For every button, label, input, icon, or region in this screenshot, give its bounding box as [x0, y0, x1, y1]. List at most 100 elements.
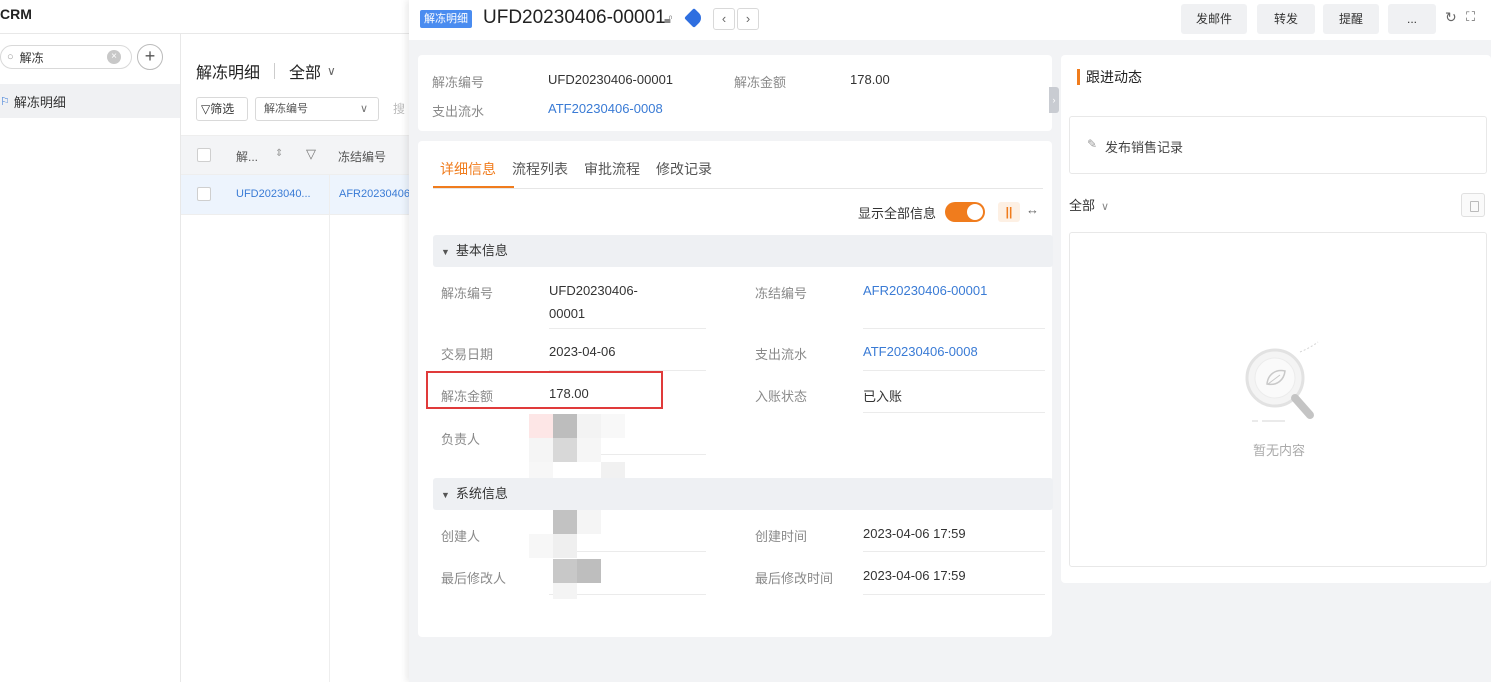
highlight-box	[426, 371, 663, 409]
previous-record-button[interactable]: ‹	[713, 8, 735, 30]
remind-button[interactable]: 提醒	[1323, 4, 1379, 34]
list-title: 解冻明细	[196, 65, 261, 82]
chevron-down-icon[interactable]: ∨	[327, 64, 336, 78]
activity-panel: 跟进动态 ✎ 发布销售记录 全部 ∨ 暂无内容	[1061, 55, 1491, 583]
row-divider	[863, 370, 1045, 371]
field-value-posting-status: 已入账	[863, 389, 903, 404]
caret-down-icon: ▼	[441, 490, 450, 500]
row-divider	[863, 412, 1045, 413]
nav-item-unfreeze-detail[interactable]: ⚐ 解冻明细	[0, 84, 180, 118]
tag-icon[interactable]	[684, 8, 704, 28]
drawer-header: 解冻明细 UFD20230406-00001 🔓︎ ‹ › 发邮件 转发 提醒 …	[409, 0, 1491, 40]
list-header: 解冻明细 全部 ∨	[196, 59, 336, 83]
sort-icon[interactable]: ⇕	[275, 148, 283, 159]
detail-card: 详细信息 流程列表 审批流程 修改记录 显示全部信息 || ↔ ▼ 基本信息 解冻…	[418, 141, 1053, 637]
summary-label-payout-flow: 支出流水	[432, 104, 485, 119]
filter-field-value: 解冻编号	[264, 103, 308, 115]
tab-change-log[interactable]: 修改记录	[656, 159, 712, 179]
send-email-button[interactable]: 发邮件	[1181, 4, 1247, 34]
tab-process-list[interactable]: 流程列表	[512, 159, 568, 179]
column-filter-icon[interactable]: ▽	[306, 146, 316, 162]
nav-search-input[interactable]: ○ 解冻 ×	[0, 45, 132, 69]
mosaic-block	[577, 510, 601, 534]
row-divider	[863, 551, 1045, 552]
summary-label-amount: 解冻金额	[734, 75, 787, 90]
tab-divider	[433, 188, 1043, 189]
field-label-created-time: 创建时间	[755, 529, 808, 544]
cell-unfreeze-no[interactable]: UFD2023040...	[236, 188, 311, 200]
table-row[interactable]: UFD2023040... AFR20230406	[181, 175, 410, 215]
activity-filter-select[interactable]: 全部 ∨	[1069, 195, 1109, 214]
activity-title: 跟进动态	[1077, 69, 1142, 85]
mosaic-block	[553, 414, 577, 438]
filter-search-hint[interactable]: 搜	[393, 97, 405, 121]
show-all-toggle[interactable]	[945, 202, 985, 222]
add-button[interactable]: +	[137, 44, 163, 70]
scope-select[interactable]: 全部	[289, 59, 321, 83]
table-header: 解... ⇕ ▽ 冻结编号	[181, 135, 410, 175]
show-all-label: 显示全部信息	[858, 206, 937, 221]
field-value-created-time: 2023-04-06 17:59	[863, 526, 966, 541]
lock-icon[interactable]: 🔓︎	[664, 11, 672, 27]
field-label-unfreeze-no: 解冻编号	[441, 286, 494, 301]
column-divider	[329, 175, 330, 682]
section-basic-info[interactable]: ▼ 基本信息	[433, 235, 1053, 267]
mosaic-block	[529, 438, 553, 462]
select-all-checkbox[interactable]	[197, 148, 211, 162]
nav-sidebar: ○ 解冻 × + ⚐ 解冻明细	[0, 34, 181, 682]
summary-value-unfreeze-no: UFD20230406-00001	[548, 72, 674, 87]
summary-card: 解冻编号 UFD20230406-00001 解冻金额 178.00 支出流水 …	[418, 55, 1052, 131]
expand-width-icon[interactable]: ↔	[1026, 202, 1039, 217]
field-link-freeze-no[interactable]: AFR20230406-00001	[863, 283, 987, 298]
empty-magnifier-icon	[1245, 341, 1319, 422]
column-header-unfreeze-no[interactable]: 解...	[236, 148, 258, 165]
mosaic-block	[601, 414, 625, 438]
field-label-posting-status: 入账状态	[755, 389, 808, 404]
chevron-down-icon: ∨	[1101, 201, 1110, 213]
mosaic-block	[553, 510, 577, 534]
activity-filter-value: 全部	[1069, 198, 1096, 213]
section-title: 系统信息	[455, 486, 508, 501]
field-label-freeze-no: 冻结编号	[755, 286, 808, 301]
cell-freeze-no[interactable]: AFR20230406	[339, 188, 409, 200]
summary-link-payout-flow[interactable]: ATF20230406-0008	[548, 101, 663, 116]
tab-approval-flow[interactable]: 审批流程	[584, 159, 640, 179]
field-label-last-modifier: 最后修改人	[441, 571, 507, 586]
app-brand: CRM	[0, 6, 32, 22]
forward-button[interactable]: 转发	[1257, 4, 1315, 34]
fullscreen-icon[interactable]: ⛶	[1466, 9, 1475, 25]
field-value-unfreeze-no-line1: UFD20230406-	[549, 283, 638, 298]
clear-icon[interactable]: ×	[107, 50, 121, 64]
next-record-button[interactable]: ›	[737, 8, 759, 30]
post-sales-record-box[interactable]: ✎ 发布销售记录	[1069, 116, 1487, 174]
field-label-last-modified-time: 最后修改时间	[755, 571, 834, 586]
column-header-freeze-no[interactable]: 冻结编号	[338, 148, 386, 165]
copy-icon[interactable]	[1461, 193, 1485, 217]
more-button[interactable]: ...	[1388, 4, 1436, 34]
tab-detail-info[interactable]: 详细信息	[440, 159, 496, 179]
caret-down-icon: ▼	[441, 247, 450, 257]
collapse-panel-handle[interactable]: ›	[1049, 87, 1059, 113]
mosaic-block	[553, 583, 577, 599]
column-layout-icon[interactable]: ||	[998, 202, 1020, 222]
filter-field-select[interactable]: 解冻编号 ∨	[255, 97, 379, 121]
toggle-knob	[967, 204, 983, 220]
section-system-info[interactable]: ▼ 系统信息	[433, 478, 1053, 510]
field-link-payout-flow[interactable]: ATF20230406-0008	[863, 344, 978, 359]
post-sales-record-label: 发布销售记录	[1105, 140, 1184, 155]
field-value-trade-date: 2023-04-06	[549, 344, 616, 359]
field-value-unfreeze-no-line2: 00001	[549, 306, 586, 321]
nav-search-value: 解冻	[19, 50, 44, 65]
field-label-creator: 创建人	[441, 529, 481, 544]
title-separator	[274, 63, 276, 79]
row-checkbox[interactable]	[197, 187, 211, 201]
mosaic-block	[577, 438, 601, 462]
nav-item-label: 解冻明细	[13, 94, 66, 110]
field-label-trade-date: 交易日期	[441, 347, 494, 362]
filter-button[interactable]: ▽筛选	[196, 97, 248, 121]
refresh-icon[interactable]: ↻	[1445, 9, 1457, 26]
field-value-last-modified-time: 2023-04-06 17:59	[863, 568, 966, 583]
section-title: 基本信息	[455, 243, 508, 258]
mosaic-block	[553, 559, 577, 583]
list-panel: 解冻明细 全部 ∨ ▽筛选 解冻编号 ∨ 搜 解... ⇕ ▽ 冻结编号 UFD…	[181, 34, 410, 682]
